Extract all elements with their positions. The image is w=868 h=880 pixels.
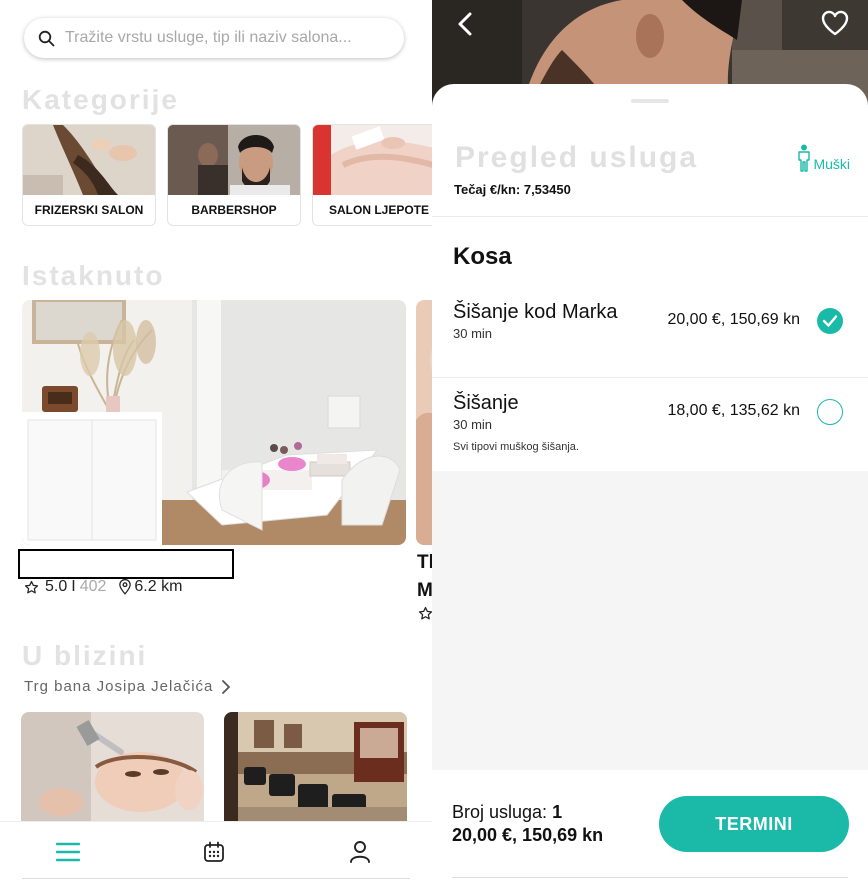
featured-salon-card[interactable] bbox=[22, 300, 406, 545]
service-description: Svi tipovi muškog šišanja. bbox=[453, 441, 579, 453]
category-label: SALON LJEPOTE bbox=[328, 203, 429, 217]
total-price: 20,00 €, 150,69 kn bbox=[452, 825, 604, 845]
featured-title: Istaknuto bbox=[22, 260, 165, 291]
gender-filter[interactable]: Muški bbox=[797, 144, 850, 172]
search-bar[interactable] bbox=[24, 18, 404, 58]
service-row[interactable]: Šišanje kod Marka 30 min 20,00 €, 150,69… bbox=[432, 287, 868, 377]
home-indicator bbox=[452, 877, 848, 878]
chevron-left-icon bbox=[458, 12, 472, 36]
male-person-icon bbox=[798, 144, 811, 172]
service-overview-screen: Pregled usluga Tečaj €/kn: 7,53450 Muški… bbox=[432, 0, 868, 880]
service-duration: 30 min bbox=[453, 326, 493, 341]
service-count: Broj usluga: 1 bbox=[452, 802, 562, 823]
calendar-icon bbox=[204, 841, 224, 862]
exchange-rate: Tečaj €/kn: 7,53450 bbox=[454, 182, 571, 197]
category-card-beauty-salon[interactable]: SALON LJEPOTE bbox=[312, 124, 432, 226]
nearby-salon-card[interactable] bbox=[21, 712, 204, 824]
gender-label: Muški bbox=[813, 156, 850, 172]
service-price: 18,00 €, 135,62 kn bbox=[667, 402, 800, 419]
location-selector[interactable]: Trg bana Josipa Jelačića bbox=[24, 678, 231, 695]
category-card-hair-salon[interactable]: FRIZERSKI SALON bbox=[22, 124, 156, 226]
next-card-name-line1: Tl bbox=[417, 552, 432, 573]
location-label: Trg bana Josipa Jelačića bbox=[24, 678, 214, 695]
facial-treatment-image bbox=[21, 712, 204, 824]
heart-icon bbox=[821, 10, 849, 36]
next-card-star-icon bbox=[418, 606, 432, 620]
sheet-header: Pregled usluga Tečaj €/kn: 7,53450 Muški bbox=[432, 84, 868, 216]
nearby-title: U blizini bbox=[22, 640, 148, 671]
search-input[interactable] bbox=[65, 29, 392, 47]
barbershop-image bbox=[168, 125, 300, 195]
service-row[interactable]: Šišanje 30 min Svi tipovi muškog šišanja… bbox=[432, 378, 868, 471]
featured-next-image bbox=[416, 300, 432, 545]
featured-next-card[interactable] bbox=[416, 300, 432, 545]
service-sheet: Pregled usluga Tečaj €/kn: 7,53450 Muški… bbox=[432, 84, 868, 880]
nearby-salon-card[interactable] bbox=[224, 712, 407, 824]
category-card-barbershop[interactable]: BARBERSHOP bbox=[167, 124, 301, 226]
salon-browse-screen: Kategorije FRIZERSKI SALON bbox=[0, 0, 432, 880]
service-checkbox-checked[interactable] bbox=[817, 308, 843, 334]
tab-appointments[interactable] bbox=[198, 836, 230, 868]
appointments-button[interactable]: TERMINI bbox=[659, 796, 849, 852]
next-card-name-line2: M bbox=[417, 580, 432, 601]
checkmark-icon bbox=[822, 315, 838, 327]
distance-value: 6.2 km bbox=[134, 578, 183, 595]
service-category-title: Kosa bbox=[453, 243, 512, 270]
tab-profile[interactable] bbox=[344, 836, 376, 868]
service-count-label: Broj usluga: bbox=[452, 802, 548, 822]
location-pin-icon bbox=[119, 579, 132, 595]
search-icon bbox=[38, 30, 55, 46]
category-label: BARBERSHOP bbox=[191, 203, 277, 217]
salon-name-redacted bbox=[18, 549, 234, 579]
categories-title: Kategorije bbox=[22, 84, 179, 115]
service-list: Kosa Šišanje kod Marka 30 min 20,00 €, 1… bbox=[432, 217, 868, 471]
menu-icon bbox=[56, 842, 80, 862]
salon-interior-image bbox=[224, 712, 407, 824]
back-button[interactable] bbox=[452, 10, 480, 38]
service-name: Šišanje kod Marka bbox=[453, 301, 618, 323]
category-list[interactable]: FRIZERSKI SALON BARBERSHOP SALON LJEPOTE bbox=[22, 124, 432, 226]
hair-salon-image bbox=[23, 125, 155, 195]
chevron-right-icon bbox=[222, 679, 231, 694]
tab-home[interactable] bbox=[52, 836, 84, 868]
booking-footer: Broj usluga: 1 20,00 €, 150,69 kn TERMIN… bbox=[432, 770, 868, 880]
bottom-tab-bar bbox=[0, 821, 432, 880]
rating-separator: I bbox=[71, 578, 76, 595]
favorite-button[interactable] bbox=[820, 8, 850, 38]
service-name: Šišanje bbox=[453, 392, 519, 414]
beauty-salon-image bbox=[313, 125, 432, 195]
sheet-title: Pregled usluga bbox=[455, 141, 699, 174]
sheet-drag-handle[interactable] bbox=[631, 99, 669, 103]
review-count: 402 bbox=[79, 578, 107, 595]
service-count-value: 1 bbox=[552, 802, 563, 822]
profile-icon bbox=[350, 841, 370, 863]
home-indicator bbox=[22, 878, 410, 879]
service-price: 20,00 €, 150,69 kn bbox=[667, 311, 800, 328]
service-duration: 30 min bbox=[453, 417, 493, 432]
star-icon bbox=[24, 580, 39, 593]
featured-salon-meta: 5.0 I 402 6.2 km bbox=[24, 578, 182, 596]
featured-salon-image bbox=[22, 300, 406, 545]
category-label: FRIZERSKI SALON bbox=[34, 203, 144, 217]
service-checkbox-unchecked[interactable] bbox=[817, 399, 843, 425]
rating-value: 5.0 bbox=[45, 578, 68, 595]
